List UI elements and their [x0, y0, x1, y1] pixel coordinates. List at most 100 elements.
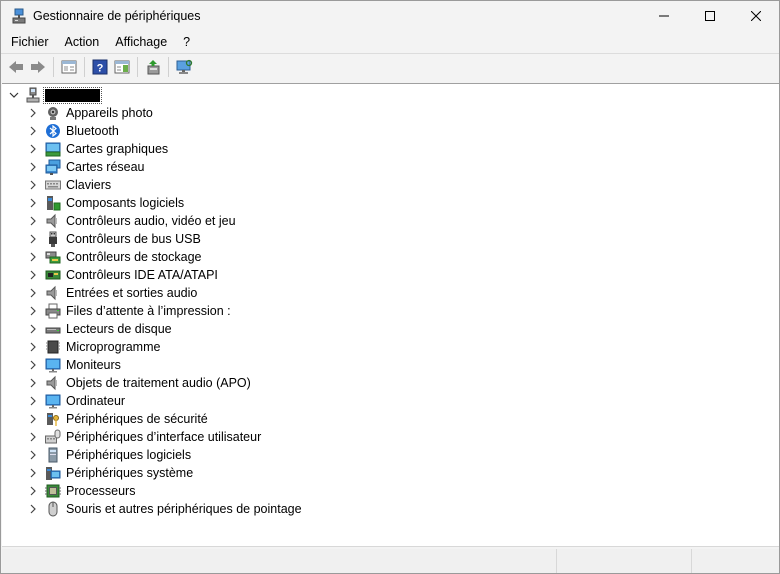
close-button[interactable]	[733, 1, 779, 31]
expand-chevron-icon[interactable]	[28, 360, 38, 370]
expand-chevron-icon[interactable]	[28, 198, 38, 208]
tree-category-row[interactable]: Lecteurs de disque	[2, 320, 302, 338]
software-device-icon	[48, 447, 58, 463]
maximize-icon	[705, 11, 715, 21]
tree-category-row[interactable]: Contrôleurs IDE ATA/ATAPI	[2, 266, 302, 284]
minimize-icon	[659, 15, 669, 17]
action-pane-icon	[114, 60, 130, 74]
expand-chevron-icon[interactable]	[28, 342, 38, 352]
expand-chevron-icon[interactable]	[28, 108, 38, 118]
system-device-icon	[46, 467, 61, 480]
tree-category-label: Cartes réseau	[66, 160, 145, 174]
expand-chevron-icon[interactable]	[28, 252, 38, 262]
speaker-icon	[46, 285, 57, 301]
tree-category-label: Microprogramme	[66, 340, 161, 354]
tree-category-label: Bluetooth	[66, 124, 119, 138]
hid-icon	[45, 429, 61, 444]
expand-chevron-icon[interactable]	[28, 306, 38, 316]
help-button[interactable]: ?	[89, 56, 111, 78]
update-driver-button[interactable]	[142, 56, 164, 78]
tree-root-row[interactable]	[2, 86, 102, 104]
tree-category-row[interactable]: Contrôleurs audio, vidéo et jeu	[2, 212, 302, 230]
expand-chevron-icon[interactable]	[28, 270, 38, 280]
tree-category-label: Claviers	[66, 178, 112, 192]
tree-category-row[interactable]: Cartes réseau	[2, 158, 302, 176]
device-tree-panel[interactable]: Appareils photo Bluetooth Cartes graphique…	[2, 83, 779, 547]
status-cell	[557, 549, 692, 573]
tree-category-label: Lecteurs de disque	[66, 322, 172, 336]
expand-chevron-icon[interactable]	[28, 216, 38, 226]
expand-chevron-icon[interactable]	[28, 162, 38, 172]
maximize-button[interactable]	[687, 1, 733, 31]
tree-category-row[interactable]: Microprogramme	[2, 338, 302, 356]
tree-category-label: Appareils photo	[66, 106, 153, 120]
tree-category-row[interactable]: Bluetooth	[2, 122, 302, 140]
tree-category-label: Contrôleurs IDE ATA/ATAPI	[66, 268, 218, 282]
tree-category-row[interactable]: Composants logiciels	[2, 194, 302, 212]
tree-category-row[interactable]: Files d’attente à l’impression :	[2, 302, 302, 320]
expand-chevron-icon[interactable]	[28, 468, 38, 478]
expand-chevron-icon[interactable]	[28, 144, 38, 154]
display-adapter-icon	[45, 142, 61, 157]
expand-chevron-icon[interactable]	[28, 288, 38, 298]
software-component-icon	[47, 196, 61, 211]
speaker-icon	[46, 375, 57, 391]
scan-hardware-button[interactable]	[173, 56, 195, 78]
tree-category-row[interactable]: Périphériques d’interface utilisateur	[2, 428, 302, 446]
tree-category-label: Cartes graphiques	[66, 142, 169, 156]
tree-category-label: Processeurs	[66, 484, 136, 498]
tree-category-row[interactable]: Souris et autres périphériques de pointa…	[2, 500, 302, 518]
forward-button[interactable]	[27, 56, 49, 78]
monitor-icon	[45, 358, 61, 373]
back-button[interactable]	[5, 56, 27, 78]
expand-chevron-icon[interactable]	[28, 378, 38, 388]
expand-chevron-icon[interactable]	[28, 234, 38, 244]
menu-fichier[interactable]: Fichier	[3, 31, 57, 53]
expand-chevron-icon[interactable]	[28, 180, 38, 190]
tree-category-row[interactable]: Entrées et sorties audio	[2, 284, 302, 302]
help-icon: ?	[92, 59, 108, 75]
network-adapter-icon	[45, 159, 61, 175]
expand-chevron-icon[interactable]	[28, 414, 38, 424]
tree-category-label: Contrôleurs de stockage	[66, 250, 202, 264]
expand-chevron-icon[interactable]	[28, 126, 38, 136]
expand-chevron-icon[interactable]	[28, 450, 38, 460]
tree-category-row[interactable]: Moniteurs	[2, 356, 302, 374]
ide-controller-icon	[45, 270, 61, 280]
tree-category-label: Moniteurs	[66, 358, 121, 372]
printer-icon	[45, 303, 61, 319]
title-bar[interactable]: Gestionnaire de périphériques	[1, 1, 779, 31]
tree-category-label: Périphériques de sécurité	[66, 412, 208, 426]
menu-help[interactable]: ?	[175, 31, 198, 53]
device-manager-window: Gestionnaire de périphériques Fichier Ac…	[0, 0, 780, 574]
tree-category-row[interactable]: Objets de traitement audio (APO)	[2, 374, 302, 392]
menu-action[interactable]: Action	[57, 31, 108, 53]
tree-category-row[interactable]: Ordinateur	[2, 392, 302, 410]
collapse-chevron-icon[interactable]	[7, 90, 21, 100]
tree-category-row[interactable]: Contrôleurs de bus USB	[2, 230, 302, 248]
expand-chevron-icon[interactable]	[28, 396, 38, 406]
tree-category-row[interactable]: Claviers	[2, 176, 302, 194]
properties-pane-button[interactable]	[58, 56, 80, 78]
tree-category-row[interactable]: Cartes graphiques	[2, 140, 302, 158]
tree-category-row[interactable]: Périphériques système	[2, 464, 302, 482]
security-device-icon	[47, 413, 59, 426]
expand-chevron-icon[interactable]	[28, 324, 38, 334]
computer-name-redacted[interactable]	[43, 86, 102, 104]
toolbar-separator	[84, 57, 85, 77]
tree-category-row[interactable]: Périphériques logiciels	[2, 446, 302, 464]
action-pane-button[interactable]	[111, 56, 133, 78]
speaker-icon	[46, 213, 57, 229]
tree-category-row[interactable]: Processeurs	[2, 482, 302, 500]
tree-category-label: Ordinateur	[66, 394, 126, 408]
expand-chevron-icon[interactable]	[28, 504, 38, 514]
window-controls	[641, 1, 779, 31]
tree-category-label: Périphériques système	[66, 466, 194, 480]
minimize-button[interactable]	[641, 1, 687, 31]
expand-chevron-icon[interactable]	[28, 432, 38, 442]
menu-affichage[interactable]: Affichage	[107, 31, 175, 53]
tree-category-row[interactable]: Périphériques de sécurité	[2, 410, 302, 428]
expand-chevron-icon[interactable]	[28, 486, 38, 496]
tree-category-row[interactable]: Contrôleurs de stockage	[2, 248, 302, 266]
tree-category-row[interactable]: Appareils photo	[2, 104, 302, 122]
